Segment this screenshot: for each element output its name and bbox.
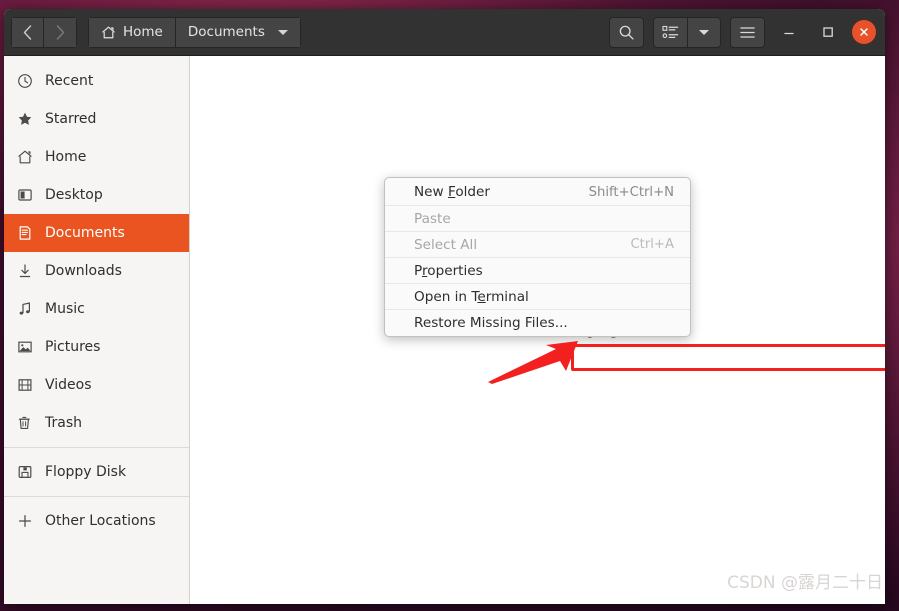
home-icon bbox=[102, 26, 115, 38]
header-left-group: Home Documents bbox=[11, 16, 301, 48]
maximize-button[interactable] bbox=[813, 17, 843, 47]
hamburger-menu-icon bbox=[740, 26, 755, 38]
window-body: Recent Starred Home Desktop Documents Do… bbox=[4, 56, 885, 604]
sidebar-item-label: Other Locations bbox=[45, 513, 156, 529]
chevron-right-icon bbox=[56, 24, 64, 40]
menu-item-label: New Folder bbox=[414, 184, 491, 200]
menu-item-label: Paste bbox=[414, 210, 451, 227]
menu-item-restore-missing-files[interactable]: Restore Missing Files... bbox=[385, 309, 690, 335]
sidebar-item-pictures[interactable]: Pictures bbox=[4, 328, 189, 366]
sidebar-item-label: Documents bbox=[45, 225, 125, 241]
sidebar-item-label: Music bbox=[45, 301, 85, 317]
music-icon bbox=[16, 300, 34, 318]
close-icon bbox=[860, 28, 868, 36]
main-menu-button[interactable] bbox=[730, 16, 765, 48]
sidebar-item-trash[interactable]: Trash bbox=[4, 404, 189, 442]
watermark: CSDN @露月二十日 bbox=[727, 573, 883, 593]
trash-icon bbox=[16, 414, 34, 432]
picture-icon bbox=[16, 338, 34, 356]
back-button[interactable] bbox=[11, 16, 44, 48]
sidebar-item-other-locations[interactable]: Other Locations bbox=[4, 502, 189, 540]
plus-icon bbox=[16, 512, 34, 530]
list-view-icon bbox=[662, 25, 679, 38]
chevron-down-icon bbox=[699, 29, 709, 35]
list-view-button[interactable] bbox=[653, 16, 688, 48]
close-button[interactable] bbox=[852, 20, 876, 44]
view-dropdown-button[interactable] bbox=[688, 16, 721, 48]
menu-item-properties[interactable]: Properties bbox=[385, 257, 690, 283]
clock-icon bbox=[16, 72, 34, 90]
chevron-down-icon bbox=[277, 29, 288, 35]
header-right-group bbox=[609, 16, 876, 48]
minimize-button[interactable] bbox=[774, 17, 804, 47]
header-bar: Home Documents bbox=[4, 9, 885, 56]
sidebar-item-label: Videos bbox=[45, 377, 92, 393]
files-window: Home Documents Recent Starred Home Deskt… bbox=[4, 9, 885, 604]
view-options-group bbox=[653, 16, 721, 48]
navigation-button-group bbox=[11, 16, 77, 48]
context-menu: New Folder Shift+Ctrl+N Paste Select All… bbox=[384, 177, 691, 337]
home-icon bbox=[16, 148, 34, 166]
menu-item-label: Open in Terminal bbox=[414, 288, 529, 305]
breadcrumb: Home Documents bbox=[88, 16, 301, 48]
menu-item-accel: Ctrl+A bbox=[630, 237, 674, 252]
sidebar-item-starred[interactable]: Starred bbox=[4, 100, 189, 138]
minimize-icon bbox=[784, 32, 794, 35]
menu-item-open-in-terminal[interactable]: Open in Terminal bbox=[385, 283, 690, 309]
sidebar-separator bbox=[4, 447, 189, 448]
video-icon bbox=[16, 376, 34, 394]
chevron-left-icon bbox=[23, 24, 32, 40]
sidebar-item-label: Desktop bbox=[45, 187, 103, 203]
menu-item-new-folder[interactable]: New Folder Shift+Ctrl+N bbox=[385, 179, 690, 205]
document-icon bbox=[16, 224, 34, 242]
sidebar-item-label: Recent bbox=[45, 73, 94, 89]
sidebar-item-label: Home bbox=[45, 149, 87, 165]
sidebar-item-documents[interactable]: Documents bbox=[4, 214, 189, 252]
breadcrumb-item-home[interactable]: Home bbox=[88, 16, 176, 48]
sidebar-item-recent[interactable]: Recent bbox=[4, 62, 189, 100]
menu-item-label: Select All bbox=[414, 236, 478, 253]
sidebar-item-label: Trash bbox=[45, 415, 82, 431]
sidebar-item-downloads[interactable]: Downloads bbox=[4, 252, 189, 290]
file-list-area[interactable]: Folder is Empty New Folder Shift+Ctrl+N … bbox=[190, 56, 885, 604]
breadcrumb-item-documents[interactable]: Documents bbox=[175, 16, 301, 48]
sidebar-item-desktop[interactable]: Desktop bbox=[4, 176, 189, 214]
sidebar-item-floppy-disk[interactable]: Floppy Disk bbox=[4, 453, 189, 491]
menu-item-select-all[interactable]: Select All Ctrl+A bbox=[385, 231, 690, 257]
sidebar-separator bbox=[4, 496, 189, 497]
sidebar-item-label: Starred bbox=[45, 111, 97, 127]
sidebar-item-label: Downloads bbox=[45, 263, 122, 279]
desktop-icon bbox=[16, 186, 34, 204]
floppy-icon bbox=[16, 463, 34, 481]
sidebar-item-label: Pictures bbox=[45, 339, 101, 355]
search-button[interactable] bbox=[609, 16, 644, 48]
sidebar-item-videos[interactable]: Videos bbox=[4, 366, 189, 404]
menu-item-paste[interactable]: Paste bbox=[385, 205, 690, 231]
breadcrumb-label-documents: Documents bbox=[187, 24, 265, 40]
download-icon bbox=[16, 262, 34, 280]
forward-button[interactable] bbox=[44, 16, 77, 48]
sidebar-item-home[interactable]: Home bbox=[4, 138, 189, 176]
maximize-icon bbox=[823, 27, 833, 37]
menu-item-accel: Shift+Ctrl+N bbox=[588, 184, 674, 200]
sidebar-item-music[interactable]: Music bbox=[4, 290, 189, 328]
menu-item-label: Properties bbox=[414, 262, 483, 279]
search-icon bbox=[619, 25, 634, 40]
sidebar-item-label: Floppy Disk bbox=[45, 464, 127, 480]
menu-item-label: Restore Missing Files... bbox=[414, 314, 568, 331]
star-icon bbox=[16, 110, 34, 128]
breadcrumb-label-home: Home bbox=[123, 24, 163, 40]
sidebar: Recent Starred Home Desktop Documents Do… bbox=[4, 56, 190, 604]
